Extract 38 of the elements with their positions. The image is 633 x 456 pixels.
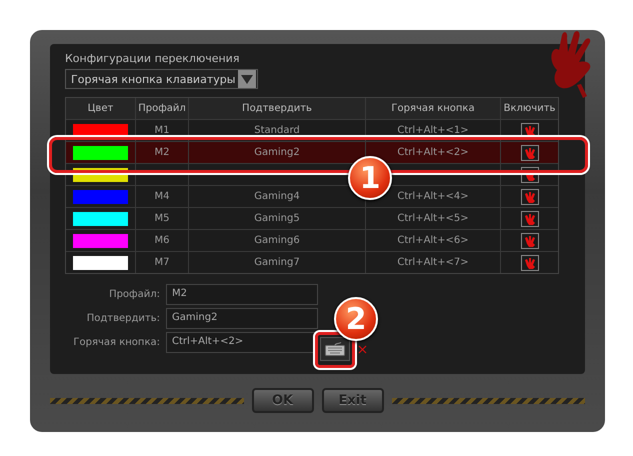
table-cell: M2 xyxy=(154,147,170,158)
table-cell: Ctrl+Alt+<6> xyxy=(397,235,469,246)
input-field[interactable]: M2 xyxy=(166,284,318,304)
field-label: Горячая кнопка: xyxy=(72,336,161,348)
column-header: Горячая кнопка xyxy=(366,98,501,119)
table-cell: Gaming5 xyxy=(254,213,300,224)
table-cell: Ctrl+Alt+<5> xyxy=(397,213,469,224)
field-label: Подтвердить: xyxy=(86,312,161,324)
column-header: Профайл xyxy=(136,98,189,119)
table-cell: Gaming4 xyxy=(254,191,300,202)
callout-badge: 2 xyxy=(334,297,378,341)
table-cell: Ctrl+Alt+<4> xyxy=(397,191,469,202)
profile-row[interactable]: M5 Gaming5 Ctrl+Alt+<5> xyxy=(66,208,558,230)
highlight-ring xyxy=(315,332,355,368)
close-icon[interactable] xyxy=(358,344,367,354)
column-header: Подтвердить xyxy=(189,98,366,119)
table-cell: Gaming7 xyxy=(254,257,300,268)
table-cell: M7 xyxy=(154,257,170,268)
table-cell: M6 xyxy=(154,235,170,246)
profile-row[interactable]: M2 Gaming2 Ctrl+Alt+<2> xyxy=(66,142,558,164)
table-cell: M4 xyxy=(154,191,170,202)
table-cell: Gaming6 xyxy=(254,235,300,246)
mode-dropdown[interactable]: Горячая кнопка клавиатуры xyxy=(65,69,258,89)
table-cell: Ctrl+Alt+<7> xyxy=(397,257,469,268)
keyboard-icon xyxy=(325,342,345,356)
column-header: Цвет xyxy=(66,98,136,119)
table-cell: M1 xyxy=(154,125,170,136)
section-title: Конфигурации переключения xyxy=(65,52,240,65)
profile-row[interactable]: M6 Gaming6 Ctrl+Alt+<6> xyxy=(66,230,558,252)
column-header: Включить xyxy=(502,102,556,116)
table-cell: Gaming2 xyxy=(254,147,300,158)
field-label: Профайл: xyxy=(108,288,161,300)
table-cell: Standard xyxy=(254,125,300,136)
table-cell: Ctrl+Alt+<1> xyxy=(397,125,469,136)
table-cell: Ctrl+Alt+<2> xyxy=(397,147,469,158)
table-cell: M5 xyxy=(154,213,170,224)
keyboard-button[interactable] xyxy=(320,337,350,361)
input-field[interactable]: Gaming2 xyxy=(166,308,318,328)
